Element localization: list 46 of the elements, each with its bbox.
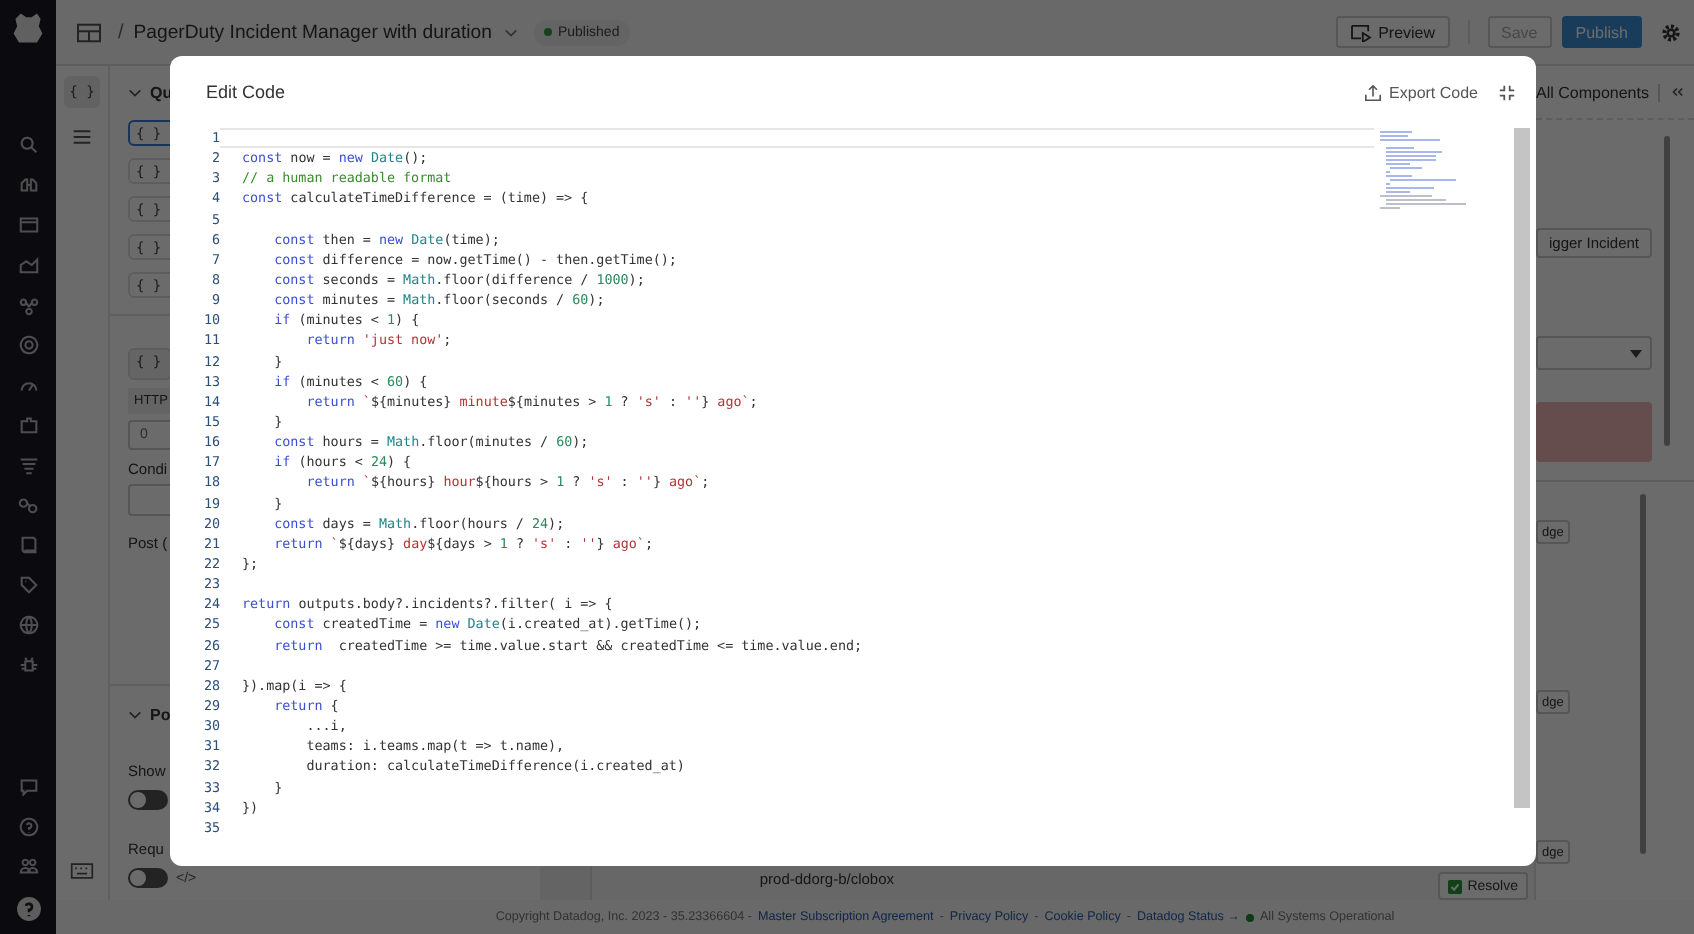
list-icon[interactable] xyxy=(17,454,39,476)
list-icon[interactable] xyxy=(72,128,92,146)
upload-icon xyxy=(1363,83,1382,101)
caret-icon xyxy=(1630,349,1642,357)
section-title: Po xyxy=(150,705,171,723)
search-icon[interactable] xyxy=(17,134,39,156)
globe-icon[interactable] xyxy=(17,614,39,636)
dialog-title: Edit Code xyxy=(206,82,286,102)
chevron-down-icon[interactable] xyxy=(128,709,142,719)
scrollbar[interactable] xyxy=(1640,494,1646,854)
binoculars-icon[interactable] xyxy=(17,174,39,196)
export-code-button[interactable]: Export Code xyxy=(1363,83,1478,101)
users-icon[interactable] xyxy=(17,856,39,878)
chat-icon[interactable] xyxy=(17,776,39,798)
layout-icon[interactable] xyxy=(76,21,102,43)
chevron-down-icon[interactable] xyxy=(128,87,142,97)
alert-box xyxy=(1536,402,1652,462)
collapse-icon[interactable] xyxy=(1670,86,1685,98)
window-icon[interactable] xyxy=(17,214,39,236)
chevron-down-icon[interactable] xyxy=(503,27,518,37)
tag-icon[interactable] xyxy=(17,574,39,596)
link-icon[interactable] xyxy=(17,494,39,516)
preview-button[interactable]: Preview xyxy=(1336,16,1450,48)
panel-title: All Components xyxy=(1536,83,1649,101)
nodes-icon[interactable] xyxy=(17,294,39,316)
question-icon[interactable] xyxy=(15,896,41,922)
target-icon[interactable] xyxy=(17,334,39,356)
publish-button[interactable]: Publish xyxy=(1561,16,1642,48)
keyboard-icon[interactable] xyxy=(70,862,94,880)
toggle-switch[interactable] xyxy=(128,868,168,888)
book-icon[interactable] xyxy=(17,534,39,556)
minimize-icon[interactable] xyxy=(1498,83,1516,101)
dropdown[interactable] xyxy=(1536,336,1652,370)
breadcrumb-separator: / xyxy=(118,21,124,43)
bug-icon[interactable] xyxy=(17,654,39,676)
checkbox-icon xyxy=(1447,879,1462,893)
preview-icon xyxy=(1350,23,1373,41)
scrollbar[interactable] xyxy=(1664,136,1670,446)
status-dot xyxy=(543,28,552,36)
toggle-switch[interactable] xyxy=(128,790,168,810)
chart-icon[interactable] xyxy=(17,254,39,276)
status-dot xyxy=(1245,913,1254,921)
help-icon[interactable] xyxy=(17,816,39,838)
scrollbar[interactable] xyxy=(1514,128,1530,808)
settings-icon[interactable] xyxy=(1660,21,1682,43)
app-title[interactable]: PagerDuty Incident Manager with duration xyxy=(133,21,492,43)
